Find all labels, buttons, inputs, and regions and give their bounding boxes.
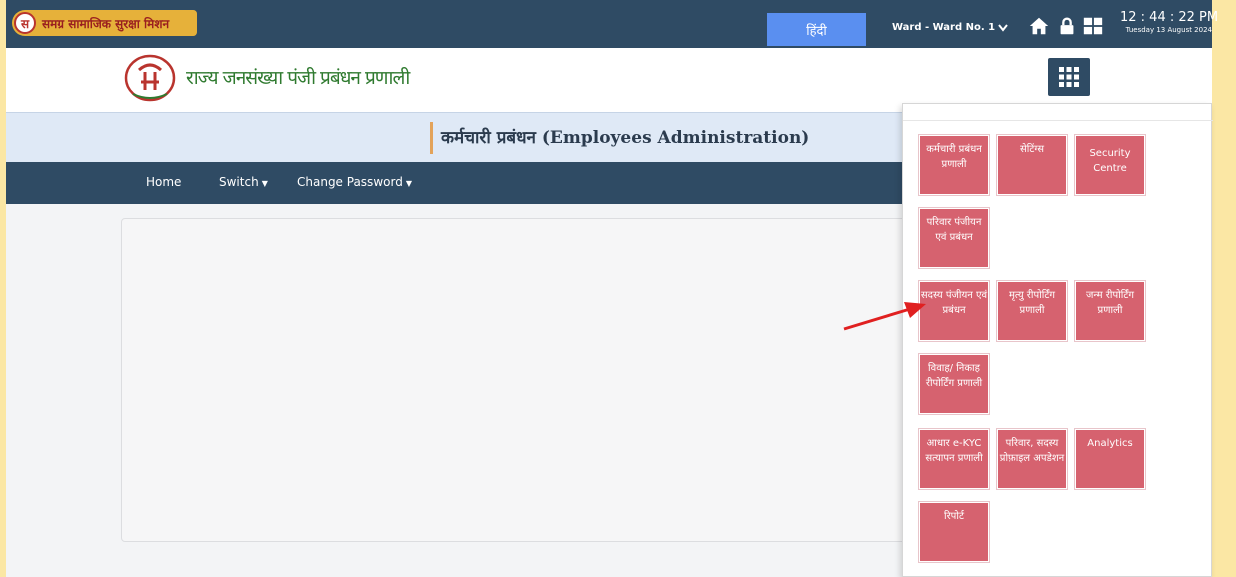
title-band: कर्मचारी प्रबंधन (Employees Administrati… — [6, 112, 902, 162]
mission-logo[interactable]: स समग्र सामाजिक सुरक्षा मिशन — [12, 10, 197, 36]
apps-menu-button[interactable] — [1048, 58, 1090, 96]
apps-dropdown-panel: कर्मचारी प्रबंधन प्रणाली सेटिंग्स Securi… — [902, 103, 1213, 577]
nav-change-password-dropdown[interactable]: Change Password ▼ — [297, 175, 412, 189]
clock: 12 : 44 : 22 PM Tuesday 13 August 2024 — [1120, 10, 1219, 34]
app-tile-settings[interactable]: सेटिंग्स — [996, 134, 1068, 196]
dropdown-divider — [903, 120, 1213, 121]
app-tile-marriage-reporting[interactable]: विवाह/ निकाह रीपोर्टिंग प्रणाली — [918, 353, 990, 415]
content-card — [121, 218, 911, 542]
app-tile-employee-management[interactable]: कर्मचारी प्रबंधन प्रणाली — [918, 134, 990, 196]
ward-selector[interactable]: Ward - Ward No. 1 — [892, 22, 1008, 33]
app-tile-analytics[interactable]: Analytics — [1074, 428, 1146, 490]
nav-home-link[interactable]: Home — [146, 175, 181, 189]
app-tile-death-reporting[interactable]: मृत्यु रीपोर्टिंग प्रणाली — [996, 280, 1068, 342]
clock-date: Tuesday 13 August 2024 — [1125, 26, 1212, 34]
app-title: राज्य जनसंख्या पंजी प्रबंधन प्रणाली — [186, 67, 410, 89]
app-tile-birth-reporting[interactable]: जन्म रीपोर्टिंग प्रणाली — [1074, 280, 1146, 342]
mission-name: समग्र सामाजिक सुरक्षा मिशन — [42, 16, 170, 31]
red-arrow-annotation — [843, 302, 926, 331]
mission-logo-emblem: स — [14, 12, 36, 34]
apps-grid-icon — [1059, 67, 1079, 87]
nav-switch-label: Switch — [219, 175, 259, 189]
app-tile-aadhaar-ekyc[interactable]: आधार e-KYC सत्यापन प्रणाली — [918, 428, 990, 490]
right-edge-strip — [1212, 0, 1236, 577]
grid-icon[interactable] — [1082, 15, 1104, 37]
nav-change-password-label: Change Password — [297, 175, 403, 189]
lock-icon[interactable] — [1056, 15, 1078, 37]
language-toggle-button[interactable]: हिंदी — [767, 13, 866, 46]
home-icon[interactable] — [1028, 15, 1050, 37]
clock-time: 12 : 44 : 22 PM — [1120, 10, 1219, 25]
title-separator — [430, 122, 433, 154]
page-title: कर्मचारी प्रबंधन (Employees Administrati… — [441, 128, 810, 148]
caret-down-icon: ▼ — [261, 179, 268, 188]
content-area — [6, 204, 911, 577]
nav-switch-dropdown[interactable]: Switch ▼ — [219, 175, 268, 189]
samagra-emblem-icon — [124, 54, 176, 102]
app-tile-profile-updation[interactable]: परिवार, सदस्य प्रोफ़ाइल अपडेशन — [996, 428, 1068, 490]
app-tile-family-registration[interactable]: परिवार पंजीयन एवं प्रबंधन — [918, 207, 990, 269]
app-tile-reports[interactable]: रिपोर्ट — [918, 501, 990, 563]
caret-down-icon: ▼ — [405, 179, 412, 188]
main-navbar: Home Switch ▼ Change Password ▼ — [6, 162, 902, 204]
ward-label: Ward - Ward No. 1 — [892, 22, 996, 33]
header: राज्य जनसंख्या पंजी प्रबंधन प्रणाली — [6, 48, 900, 112]
app-tile-security-centre[interactable]: Security Centre — [1074, 134, 1146, 196]
chevron-down-icon — [998, 23, 1008, 32]
